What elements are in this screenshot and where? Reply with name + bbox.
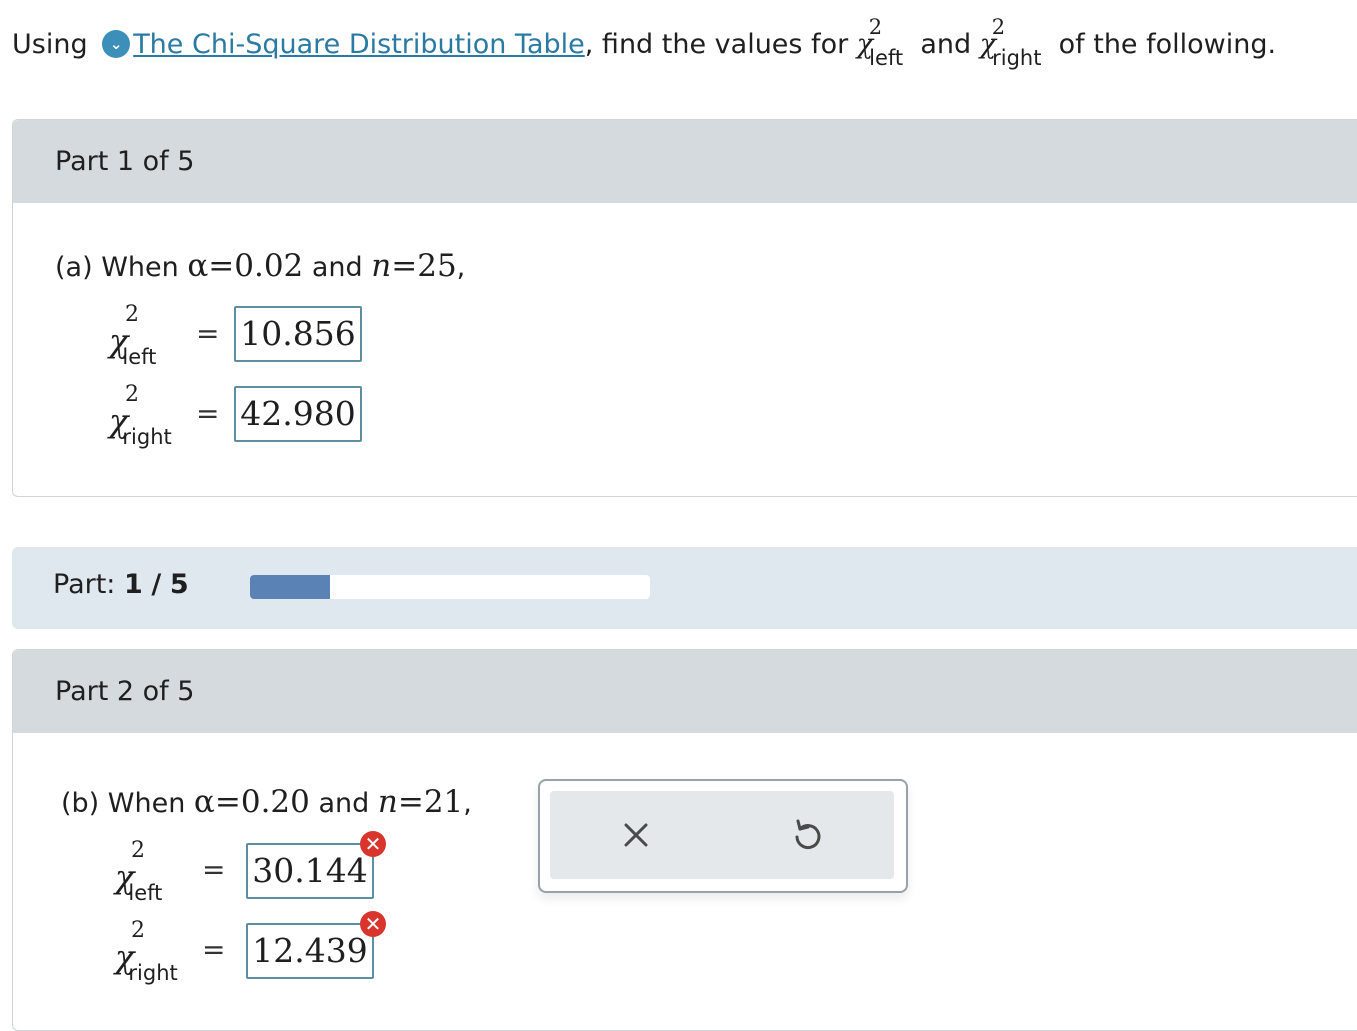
close-icon[interactable] (616, 815, 656, 855)
progress-bar (250, 575, 650, 599)
chi-right-symbol: χ 2 right (979, 15, 1042, 70)
part-1-header: Part 1 of 5 (13, 120, 1357, 203)
chi-square-table-link[interactable]: The Chi-Square Distribution Table (133, 29, 585, 60)
chi-left-symbol: χ 2 left (856, 15, 904, 70)
part-2-right-answer[interactable]: 12.439 (246, 923, 374, 979)
equals-sign: = (196, 397, 220, 430)
chi-right-label: χ 2 right (109, 382, 172, 449)
undo-icon[interactable] (788, 815, 828, 855)
part-2-prompt: (b) When α=0.20 and n=21, (61, 784, 472, 820)
progress-label: Part: 1 / 5 (53, 569, 189, 600)
intro-middle: , find the values for (584, 29, 849, 60)
chi-left-label: χ 2 left (115, 838, 163, 905)
part-1-left-answer[interactable]: 10.856 (234, 306, 362, 362)
intro-suffix: of the following. (1058, 29, 1277, 60)
intro-and: and (920, 29, 972, 60)
part-2-header: Part 2 of 5 (13, 650, 1357, 733)
chi-left-label: χ 2 left (109, 302, 157, 369)
part-1-prompt: (a) When α=0.02 and n=25, (55, 248, 466, 284)
part-progress: Part: 1 / 5 (12, 547, 1357, 629)
question-intro: Using ⌄ The Chi-Square Distribution Table… (12, 15, 1352, 70)
equals-sign: = (196, 317, 220, 350)
part-1-panel: Part 1 of 5 (a) When α=0.02 and n=25, χ2… (12, 119, 1357, 497)
progress-bar-fill (250, 575, 330, 599)
error-x-icon: ✕ (360, 831, 386, 857)
chi-right-label: χ 2 right (115, 918, 178, 985)
actions-toolbar (550, 791, 894, 879)
equals-sign: = (202, 853, 226, 886)
part-1-right-answer[interactable]: 42.980 (234, 386, 362, 442)
error-x-icon: ✕ (360, 911, 386, 937)
answer-actions (538, 779, 908, 893)
chevron-down-icon[interactable]: ⌄ (102, 30, 131, 58)
intro-prefix: Using (12, 29, 88, 60)
part-2-left-answer[interactable]: 30.144 (246, 843, 374, 899)
equals-sign: = (202, 933, 226, 966)
